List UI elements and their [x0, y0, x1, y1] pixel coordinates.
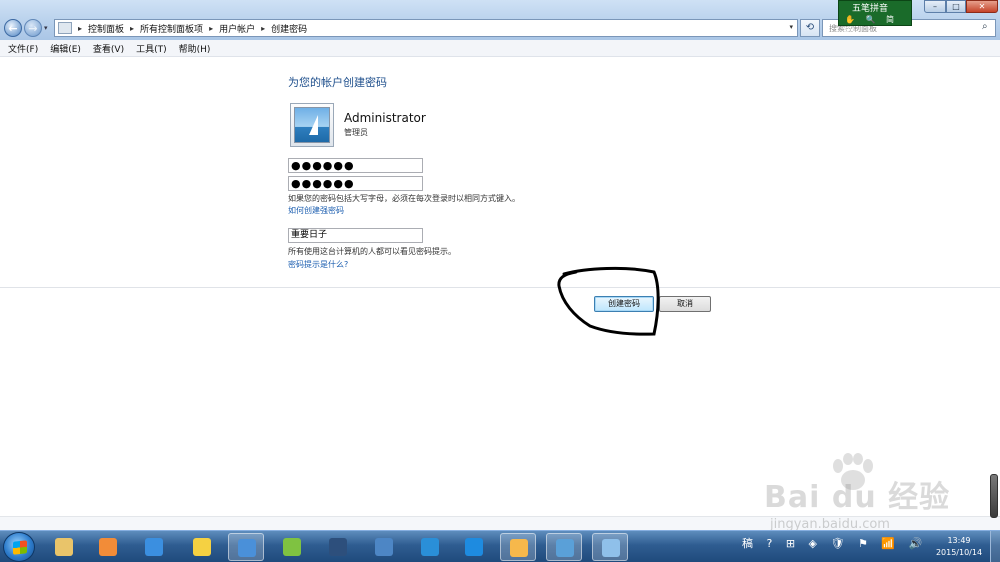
hint-visibility-text: 所有使用这台计算机的人都可以看见密码提示。 [288, 247, 456, 256]
sogou-s-icon [238, 539, 256, 557]
taskbar-qq-button[interactable] [184, 533, 220, 561]
folder-icon [55, 538, 73, 556]
taskbar-network-button[interactable] [366, 533, 402, 561]
360-browser-icon [283, 538, 301, 556]
maximize-button[interactable]: □ [946, 0, 966, 13]
taskbar-360-button[interactable] [274, 533, 310, 561]
breadcrumb-separator-icon[interactable]: ▸ [130, 24, 134, 33]
breadcrumb-user-accounts[interactable]: 用户帐户 [219, 22, 255, 35]
control-panel-icon [602, 539, 620, 557]
address-dropdown-icon[interactable]: ▾ [789, 23, 793, 31]
password-hint-help-link[interactable]: 密码提示是什么? [288, 259, 348, 270]
back-arrow-icon[interactable]: ← [4, 19, 22, 37]
forward-arrow-icon[interactable]: → [24, 19, 42, 37]
taskbar-media-player-button[interactable] [90, 533, 126, 561]
monitor-icon [556, 539, 574, 557]
taskbar-browser-button[interactable] [456, 533, 492, 561]
clock-date: 2015/10/14 [935, 548, 983, 557]
windows-logo-icon [13, 540, 27, 555]
menu-help[interactable]: 帮助(H) [179, 42, 211, 55]
menu-edit[interactable]: 编辑(E) [50, 42, 81, 55]
breadcrumb-separator-icon[interactable]: ▸ [78, 24, 82, 33]
system-tray[interactable]: 稿 ? ⊞ ◈ 🛡 ⚑ 📶 🔊 [742, 535, 927, 551]
browser-icon [465, 538, 483, 556]
menu-view[interactable]: 查看(V) [93, 42, 124, 55]
history-dropdown-icon[interactable]: ▾ [44, 24, 48, 32]
address-bar[interactable]: ▸ 控制面板 ▸ 所有控制面板项 ▸ 用户帐户 ▸ 创建密码 ▾ [54, 19, 798, 37]
breadcrumb-separator-icon[interactable]: ▸ [261, 24, 265, 33]
ie-icon [421, 538, 439, 556]
bird-icon [145, 538, 163, 556]
ime-title[interactable]: 五笔拼音 [852, 1, 888, 14]
ime-controls[interactable]: ✋ 🔍 简 ⊞ [845, 14, 911, 34]
content-divider [0, 287, 1000, 288]
caps-warning-text: 如果您的密码包括大写字母，必须在每次登录时以相同方式键入。 [288, 194, 520, 203]
media-player-icon [99, 538, 117, 556]
search-icon[interactable]: ⌕ [982, 21, 996, 32]
taskbar: 稿 ? ⊞ ◈ 🛡 ⚑ 📶 🔊 13:49 2015/10/14 [0, 530, 1000, 562]
close-button[interactable]: ✕ [966, 0, 998, 13]
page-title: 为您的帐户创建密码 [288, 76, 387, 89]
start-button[interactable] [3, 532, 35, 562]
scrollbar-thumb[interactable] [990, 474, 998, 518]
menu-file[interactable]: 文件(F) [8, 42, 38, 55]
create-password-button[interactable]: 创建密码 [594, 296, 654, 312]
user-role: 管理员 [344, 128, 368, 137]
taskbar-monitor-button[interactable] [546, 533, 582, 561]
menu-tools[interactable]: 工具(T) [136, 42, 167, 55]
minimize-button[interactable]: – [924, 0, 946, 13]
confirm-password-field[interactable]: ●●●●●● [288, 176, 423, 191]
taskbar-sogou-button[interactable] [228, 533, 264, 561]
6plus1-icon [510, 539, 528, 557]
ime-toolbar[interactable]: 五笔拼音 ✋ 🔍 简 ⊞ [838, 0, 912, 34]
network-icon [375, 538, 393, 556]
watermark-logo: Bai du 经验 [764, 480, 951, 515]
password-hint-field[interactable]: 重要日子 [288, 228, 423, 243]
taskbar-control-panel-button[interactable] [592, 533, 628, 561]
taskbar-film-button[interactable] [320, 533, 356, 561]
user-avatar [290, 103, 334, 147]
window-titlebar: ← → ▾ ▸ 控制面板 ▸ 所有控制面板项 ▸ 用户帐户 ▸ 创建密码 ▾ ⟲… [0, 0, 1000, 40]
user-name: Administrator [344, 111, 426, 125]
control-panel-icon [58, 22, 72, 34]
taskbar-explorer-button[interactable] [46, 533, 82, 561]
clock[interactable]: 13:49 2015/10/14 [934, 535, 984, 559]
film-icon [329, 538, 347, 556]
clock-time: 13:49 [947, 536, 971, 545]
refresh-button[interactable]: ⟲ [800, 19, 820, 37]
penguin-icon [193, 538, 211, 556]
show-desktop-button[interactable] [990, 531, 1000, 562]
breadcrumb-separator-icon[interactable]: ▸ [209, 24, 213, 33]
new-password-field[interactable]: ●●●●●● [288, 158, 423, 173]
sailboat-icon [294, 107, 330, 143]
strong-password-link[interactable]: 如何创建强密码 [288, 205, 344, 216]
taskbar-ie-button[interactable] [412, 533, 448, 561]
cancel-button[interactable]: 取消 [659, 296, 711, 312]
menu-bar: 文件(F) 编辑(E) 查看(V) 工具(T) 帮助(H) [0, 40, 1000, 57]
taskbar-xunlei-button[interactable] [136, 533, 172, 561]
taskbar-6plus1-button[interactable] [500, 533, 536, 561]
breadcrumb-create-password[interactable]: 创建密码 [271, 22, 307, 35]
breadcrumb-all-items[interactable]: 所有控制面板项 [140, 22, 203, 35]
breadcrumb-control-panel[interactable]: 控制面板 [88, 22, 124, 35]
